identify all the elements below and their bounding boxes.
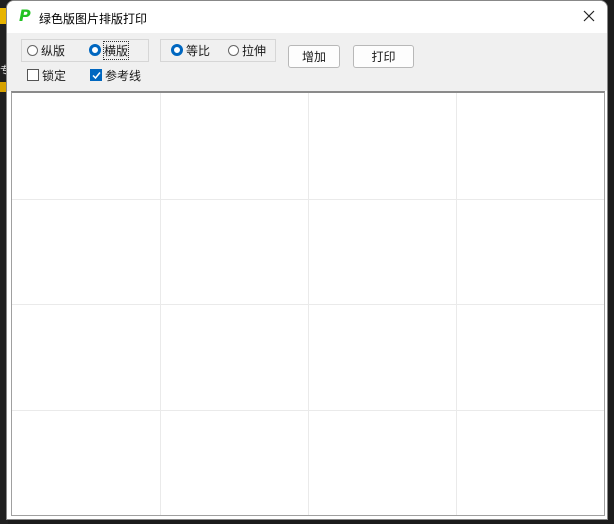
radio-landscape-label: 横版 [102, 40, 130, 60]
window-title: 绿色版图片排版打印 [39, 12, 148, 26]
layout-canvas[interactable] [11, 91, 605, 516]
close-icon [583, 10, 595, 22]
app-p-icon: P [19, 6, 31, 25]
checkbox-guides-indicator [90, 69, 102, 81]
add-button[interactable]: 增加 [288, 45, 340, 68]
radio-proportional[interactable]: 等比 [171, 42, 210, 58]
title-bar: P 绿色版图片排版打印 [7, 1, 607, 33]
radio-stretch[interactable]: 拉伸 [228, 42, 266, 58]
checkbox-lock-indicator [27, 69, 39, 81]
radio-portrait-indicator [27, 44, 38, 56]
checkbox-lock[interactable]: 锁定 [27, 67, 66, 83]
guide-line-horizontal [12, 304, 604, 305]
radio-landscape[interactable]: 横版 [89, 40, 130, 60]
app-window: P 绿色版图片排版打印 纵版 横版 锁定 参考线 等比 拉伸 增加 打印 [6, 0, 608, 520]
checkbox-lock-label: 锁定 [42, 68, 67, 83]
toolbar: 纵版 横版 锁定 参考线 等比 拉伸 增加 打印 [7, 33, 607, 91]
radio-portrait[interactable]: 纵版 [27, 42, 65, 58]
guide-line-horizontal [12, 409, 604, 411]
radio-portrait-label: 纵版 [41, 43, 66, 58]
print-button[interactable]: 打印 [353, 45, 414, 68]
guide-line-horizontal [12, 198, 604, 200]
radio-stretch-label: 拉伸 [242, 43, 267, 58]
checkmark-icon [92, 72, 101, 80]
checkbox-guides-label: 参考线 [105, 68, 142, 83]
radio-stretch-indicator [228, 44, 239, 56]
radio-proportional-indicator [171, 44, 183, 56]
close-button[interactable] [577, 4, 601, 28]
radio-proportional-label: 等比 [186, 43, 211, 58]
checkbox-guides[interactable]: 参考线 [90, 67, 141, 83]
radio-landscape-indicator [89, 44, 101, 56]
